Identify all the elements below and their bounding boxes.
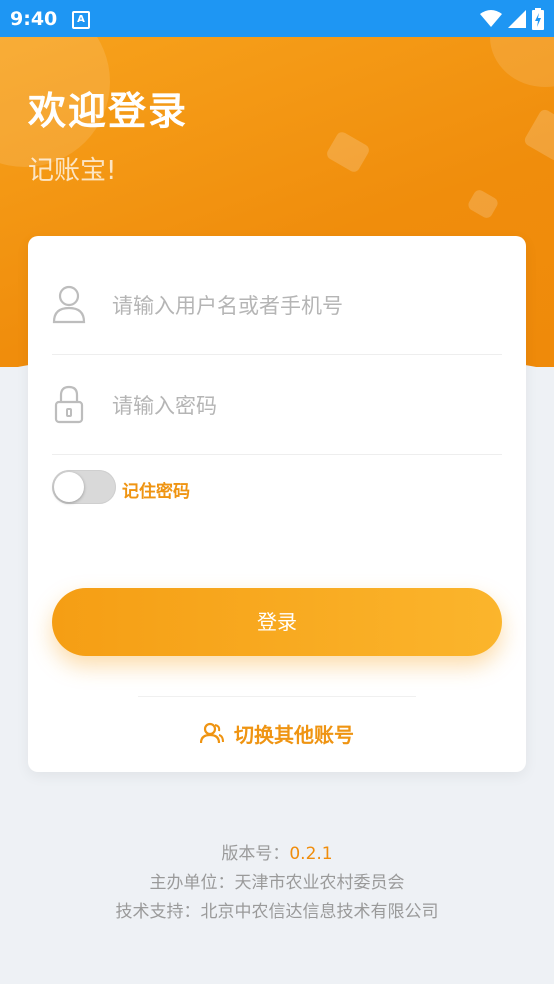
login-card: 记住密码 登录 切换其他账号 — [28, 236, 526, 772]
status-bar: 9:40 A — [0, 0, 554, 37]
lock-icon — [54, 385, 84, 424]
divider — [138, 696, 416, 697]
username-field — [52, 256, 502, 355]
app-subtitle: 记账宝! — [28, 156, 117, 186]
user-icon — [52, 285, 86, 324]
users-icon — [200, 722, 224, 744]
support-text: 技术支持：北京中农信达信息技术有限公司 — [115, 902, 439, 922]
status-icons — [480, 8, 544, 30]
page-title: 欢迎登录 — [28, 89, 189, 133]
toggle-knob — [54, 472, 84, 502]
switch-account-label: 切换其他账号 — [234, 722, 354, 747]
version-line: 版本号：0.2.1 — [0, 840, 554, 869]
username-input[interactable] — [110, 280, 494, 332]
decorative-cube — [466, 187, 500, 221]
decorative-cube — [522, 107, 554, 163]
remember-password-toggle[interactable] — [52, 470, 116, 504]
decorative-circle — [490, 37, 554, 87]
footer: 版本号：0.2.1 主办单位：天津市农业农村委员会 技术支持：北京中农信达信息技… — [0, 840, 554, 927]
wifi-icon — [480, 10, 502, 27]
battery-icon — [532, 8, 544, 30]
version-label: 版本号： — [221, 844, 290, 864]
password-field — [52, 356, 502, 455]
notification-a-icon: A — [72, 11, 90, 29]
signal-icon — [508, 10, 526, 28]
status-time: 9:40 — [10, 8, 58, 30]
login-button[interactable]: 登录 — [52, 588, 502, 656]
sponsor-text: 主办单位：天津市农业农村委员会 — [149, 873, 405, 893]
version-value: 0.2.1 — [289, 844, 333, 864]
remember-password-label: 记住密码 — [122, 482, 190, 502]
switch-account-button[interactable]: 切换其他账号 — [28, 716, 526, 750]
decorative-cube — [324, 130, 372, 174]
password-input[interactable] — [110, 380, 494, 432]
